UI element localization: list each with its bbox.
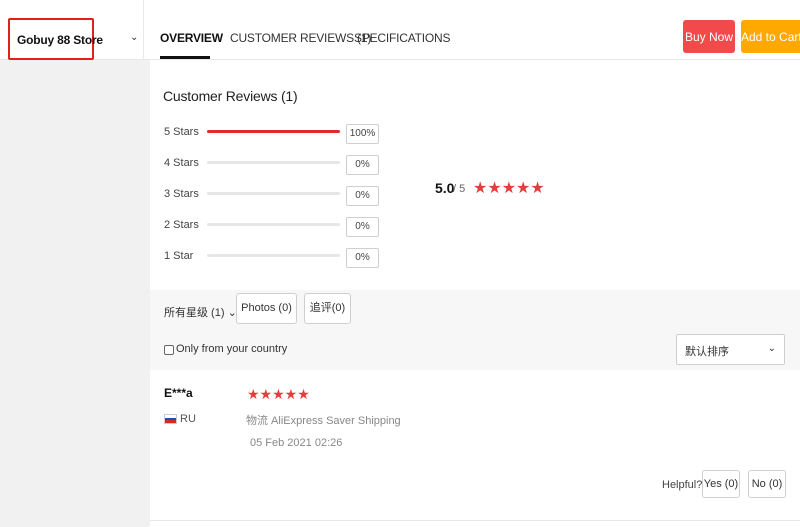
- divider: [150, 520, 800, 521]
- rating-bar-fill: [207, 130, 340, 133]
- only-country-label[interactable]: Only from your country: [176, 343, 287, 355]
- sort-value: 默认排序: [685, 346, 729, 358]
- all-ratings-dropdown[interactable]: 所有星级 (1) ⌄: [164, 304, 237, 320]
- left-sidebar: [0, 60, 150, 527]
- chevron-down-icon[interactable]: ⌄: [130, 32, 138, 43]
- only-country-checkbox[interactable]: [164, 345, 174, 355]
- reviewer-name: E***a: [164, 386, 193, 400]
- average-rating: 5.0: [435, 180, 455, 196]
- review-date: 05 Feb 2021 02:26: [250, 437, 343, 449]
- average-rating-max: / 5: [453, 183, 466, 195]
- rating-percent: 100%: [346, 124, 379, 144]
- rating-bar-track: [207, 161, 340, 164]
- active-tab-underline: [160, 56, 210, 59]
- rating-row-label: 5 Stars: [164, 126, 199, 138]
- buy-now-button[interactable]: Buy Now: [683, 20, 735, 53]
- add-to-cart-button[interactable]: Add to Cart: [741, 20, 800, 53]
- rating-percent: 0%: [346, 155, 379, 175]
- all-ratings-label: 所有星级 (1): [164, 307, 225, 319]
- average-stars-icon: ★★★★★: [473, 180, 545, 197]
- rating-percent: 0%: [346, 217, 379, 237]
- rating-bar-track: [207, 192, 340, 195]
- rating-percent: 0%: [346, 248, 379, 268]
- store-name[interactable]: Gobuy 88 Store: [17, 33, 103, 47]
- helpful-label: Helpful?: [662, 479, 703, 491]
- reviewer-country: RU: [180, 413, 196, 425]
- tab-specifications[interactable]: SPECIFICATIONS: [354, 31, 451, 45]
- review-stars-icon: ★★★★★: [247, 386, 310, 402]
- helpful-yes-button[interactable]: Yes (0): [702, 470, 740, 498]
- rating-percent: 0%: [346, 186, 379, 206]
- rating-bar-track: [207, 130, 340, 133]
- followup-filter-button[interactable]: 追评(0): [304, 293, 351, 324]
- sort-select[interactable]: 默认排序 ⌄: [676, 334, 785, 365]
- section-title: Customer Reviews (1): [163, 88, 298, 104]
- rating-row-label: 1 Star: [164, 250, 194, 262]
- rating-row-label: 4 Stars: [164, 157, 199, 169]
- header-divider: [143, 0, 144, 60]
- russia-flag-icon: [164, 414, 177, 424]
- helpful-no-button[interactable]: No (0): [748, 470, 786, 498]
- tab-customer-reviews[interactable]: CUSTOMER REVIEWS (1): [230, 31, 371, 45]
- chevron-down-icon: ⌄: [767, 343, 776, 354]
- shipping-method: 物流 AliExpress Saver Shipping: [246, 415, 401, 427]
- rating-bar-track: [207, 254, 340, 257]
- rating-row-label: 2 Stars: [164, 219, 199, 231]
- rating-row-label: 3 Stars: [164, 188, 199, 200]
- photos-filter-button[interactable]: Photos (0): [236, 293, 297, 324]
- rating-bar-track: [207, 223, 340, 226]
- tab-overview[interactable]: OVERVIEW: [160, 31, 223, 45]
- top-bar: [0, 0, 800, 60]
